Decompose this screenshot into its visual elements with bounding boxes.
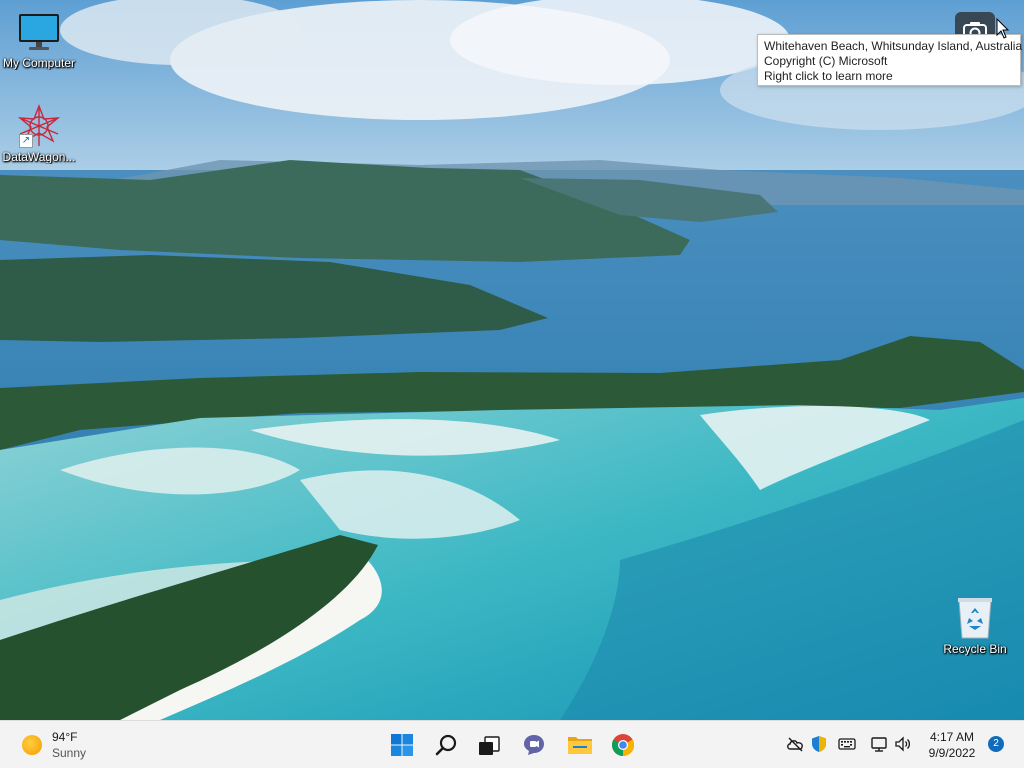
weather-temperature: 94°F — [52, 730, 78, 744]
desktop-wallpaper — [0, 0, 1024, 720]
task-view-button[interactable] — [471, 727, 507, 763]
windows-logo-icon — [391, 734, 413, 756]
file-explorer-button[interactable] — [561, 727, 597, 763]
desktop-icon-label: My Computer — [2, 56, 76, 70]
clock-time: 4:17 AM — [929, 730, 975, 744]
desktop-icon-recycle-bin[interactable]: Recycle Bin — [937, 596, 1013, 656]
keyboard-icon[interactable] — [838, 735, 856, 753]
onedrive-offline-icon[interactable] — [786, 735, 804, 753]
desktop-icon-label: Recycle Bin — [943, 642, 1007, 656]
weather-condition: Sunny — [52, 746, 87, 760]
task-view-icon — [479, 736, 500, 755]
tooltip-copyright: Copyright (C) Microsoft — [764, 54, 888, 68]
desktop-icon-label: DataWagon... — [2, 150, 76, 164]
tooltip-location: Whitehaven Beach, Whitsunday Island, Aus… — [764, 39, 1023, 53]
clock-date: 9/9/2022 — [928, 746, 976, 760]
folder-icon — [568, 737, 592, 754]
shortcut-arrow-icon: ↗ — [19, 134, 33, 148]
desktop-icon-my-computer[interactable]: My Computer — [1, 10, 77, 70]
datawagon-logo-icon: ↗ — [17, 104, 61, 148]
taskbar: 94°F Sunny 4:17 AM 9/9/2022 2 — [0, 720, 1024, 768]
start-button[interactable] — [384, 727, 420, 763]
desktop-icon-datawagon[interactable]: ↗ DataWagon... — [1, 104, 77, 164]
chrome-button[interactable] — [605, 727, 641, 763]
teams-chat-icon — [524, 735, 544, 755]
chat-button[interactable] — [516, 727, 552, 763]
mouse-cursor-icon — [996, 18, 1010, 39]
volume-icon[interactable] — [894, 735, 912, 753]
network-icon[interactable] — [870, 735, 888, 753]
spotlight-tooltip: Whitehaven Beach, Whitsunday Island, Aus… — [757, 34, 1023, 86]
security-shield-icon[interactable] — [810, 735, 828, 753]
recycle-bin-icon — [953, 596, 997, 640]
weather-widget[interactable]: 94°F Sunny — [14, 727, 124, 763]
clock[interactable]: 4:17 AM 9/9/2022 — [920, 729, 984, 761]
chrome-icon — [612, 734, 634, 756]
sun-icon — [22, 735, 42, 755]
search-icon — [435, 734, 457, 756]
search-button[interactable] — [429, 727, 465, 763]
notification-badge[interactable]: 2 — [988, 736, 1004, 752]
monitor-icon — [17, 10, 61, 54]
tooltip-hint: Right click to learn more — [764, 69, 893, 83]
